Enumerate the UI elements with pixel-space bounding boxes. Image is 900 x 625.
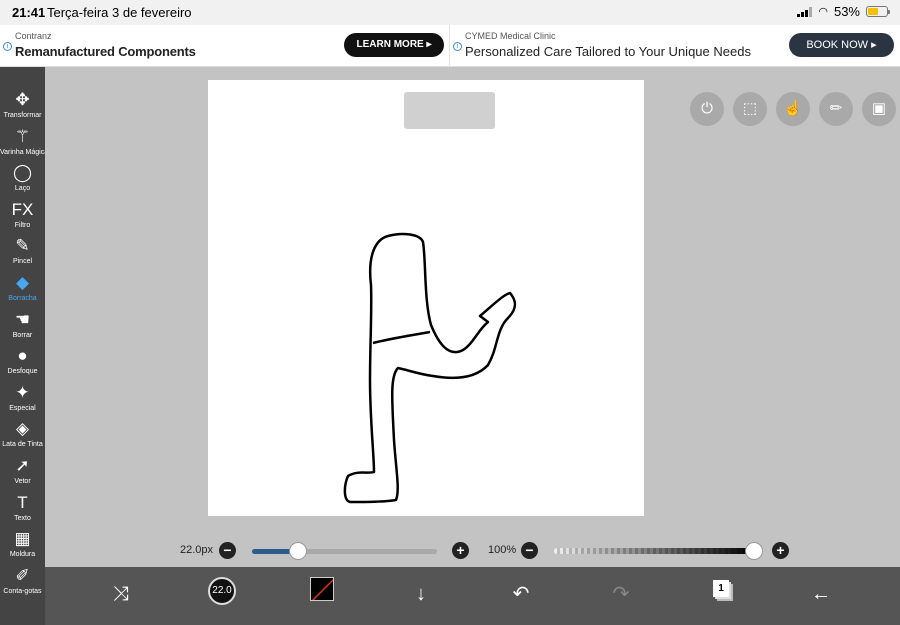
transform-canvas-icon[interactable]: ⤨ — [104, 577, 138, 611]
filter-icon: FX — [11, 199, 34, 219]
back-arrow-icon[interactable]: ← — [804, 577, 838, 611]
status-date: Terça-feira 3 de fevereiro — [47, 5, 192, 20]
opacity-knob[interactable] — [745, 542, 763, 560]
drawing-strokes — [343, 232, 517, 504]
drawing-canvas[interactable] — [208, 80, 644, 516]
toggle-icon[interactable]: ⏻ — [690, 92, 724, 126]
text-icon: T — [17, 492, 28, 512]
ad-banner: i Contranz Remanufactured Components LEA… — [0, 25, 900, 67]
tool-label: Conta-gotas — [3, 587, 42, 595]
tool-lasso[interactable]: ◯ Laço — [0, 162, 45, 198]
ad-sponsor: Contranz — [15, 31, 52, 41]
no-color-slash-icon — [311, 578, 333, 600]
tool-label: Pincel — [12, 258, 33, 266]
ad-headline: Remanufactured Components — [15, 44, 196, 59]
ad-right[interactable]: i CYMED Medical Clinic Personalized Care… — [450, 25, 900, 67]
lasso-icon: ◯ — [12, 163, 33, 183]
brush-size-label: 22.0px — [180, 544, 214, 556]
tool-panel: ✥ Transformar ⚚ Varinha Mágica ◯ Laço FX Filtro… — [0, 67, 45, 625]
tool-magic-wand[interactable]: ⚚ Varinha Mágica — [0, 126, 45, 162]
layers-button[interactable]: 1 — [713, 580, 729, 597]
opacity-label: 100% — [488, 544, 517, 556]
hand-icon[interactable]: ☝ — [776, 92, 810, 126]
status-right: ◠ 53% — [797, 4, 890, 19]
signal-icon — [797, 6, 813, 17]
opacity-slider[interactable] — [554, 548, 754, 554]
tool-label: Filtro — [14, 221, 31, 229]
tool-eraser[interactable]: ◆ Borracha — [0, 272, 45, 308]
selection-icon[interactable]: ⬚ — [733, 92, 767, 126]
eyedropper-icon: ✐ — [15, 565, 30, 585]
tool-vector[interactable]: ➚ Vetor — [0, 455, 45, 491]
brush-size-minus-button[interactable]: − — [219, 542, 236, 559]
canvas-area[interactable]: ⏻ ⬚ ☝ ✏ ▣ — [45, 67, 900, 567]
tool-label: Laço — [14, 185, 31, 193]
tool-label: Lata de Tinta — [2, 441, 43, 449]
bucket-icon: ◈ — [15, 419, 30, 439]
tool-label: Transformar — [3, 112, 42, 119]
brush-icon: ✎ — [15, 236, 30, 256]
undo-icon[interactable]: ↶ — [504, 577, 538, 611]
ruler-icon[interactable]: ✏ — [819, 92, 853, 126]
status-time: 21:41 — [12, 5, 46, 20]
tool-bucket[interactable]: ◈ Lata de Tinta — [0, 418, 45, 454]
tool-label: Borracha — [8, 295, 37, 302]
tool-label: Texto — [14, 514, 31, 522]
learn-more-button[interactable]: LEARN MORE ▸ — [344, 33, 444, 57]
tool-label: Moldura — [9, 551, 36, 559]
bottom-toolbar: ⤨ 22.0 ↓ ↶ ↷ 1 ← — [45, 567, 900, 625]
tool-special[interactable]: ✦ Especial — [0, 382, 45, 418]
tool-brush[interactable]: ✎ Pincel — [0, 235, 45, 271]
ad-info-icon[interactable]: i — [453, 42, 462, 51]
transform-icon: ✥ — [15, 90, 30, 109]
battery-percent: 53% — [833, 4, 860, 19]
tool-label: Varinha Mágica — [0, 148, 45, 156]
tool-label: Borrar — [12, 331, 33, 339]
tool-transform[interactable]: ✥ Transformar — [0, 89, 45, 125]
tool-smudge[interactable]: ☚ Borrar — [0, 309, 45, 345]
slider-row: 22.0px − + 100% − + — [45, 537, 900, 565]
tool-label: Especial — [9, 404, 36, 412]
smudge-icon: ☚ — [14, 309, 31, 329]
ad-headline: Personalized Care Tailored to Your Uniqu… — [465, 44, 751, 59]
battery-icon — [866, 6, 890, 17]
redo-icon[interactable]: ↷ — [604, 577, 638, 611]
wifi-icon: ◠ — [818, 6, 828, 18]
brush-preview-button[interactable]: 22.0 — [208, 577, 236, 605]
ad-sponsor: CYMED Medical Clinic — [465, 31, 556, 41]
opacity-minus-button[interactable]: − — [521, 542, 538, 559]
blur-icon: ● — [17, 346, 28, 366]
opacity-plus-button[interactable]: + — [772, 542, 789, 559]
tool-text[interactable]: T Texto — [0, 492, 45, 528]
brush-size-plus-button[interactable]: + — [452, 542, 469, 559]
tool-label: Vetor — [14, 478, 31, 485]
tool-label: Desfoque — [7, 368, 38, 376]
ad-left[interactable]: i Contranz Remanufactured Components LEA… — [0, 25, 450, 67]
magic-wand-icon: ⚚ — [14, 126, 31, 146]
tool-frame[interactable]: ▦ Moldura — [0, 528, 45, 564]
tool-eyedropper[interactable]: ✐ Conta-gotas — [0, 565, 45, 601]
image-icon[interactable]: ▣ — [862, 92, 896, 126]
brush-size-knob[interactable] — [289, 542, 308, 560]
tool-blur[interactable]: ● Desfoque — [0, 345, 45, 381]
ad-info-icon[interactable]: i — [3, 42, 12, 51]
eraser-icon: ◆ — [15, 273, 30, 292]
tool-filter[interactable]: FX Filtro — [0, 199, 45, 235]
vector-icon: ➚ — [15, 456, 30, 475]
frame-icon: ▦ — [14, 529, 31, 549]
download-icon[interactable]: ↓ — [404, 577, 438, 611]
book-now-button[interactable]: BOOK NOW ▸ — [789, 33, 894, 57]
special-icon: ✦ — [15, 382, 30, 402]
brush-size-slider[interactable] — [252, 549, 437, 554]
status-bar: 21:41 Terça-feira 3 de fevereiro ◠ 53% — [0, 0, 900, 25]
color-swatch-button[interactable] — [310, 577, 334, 601]
